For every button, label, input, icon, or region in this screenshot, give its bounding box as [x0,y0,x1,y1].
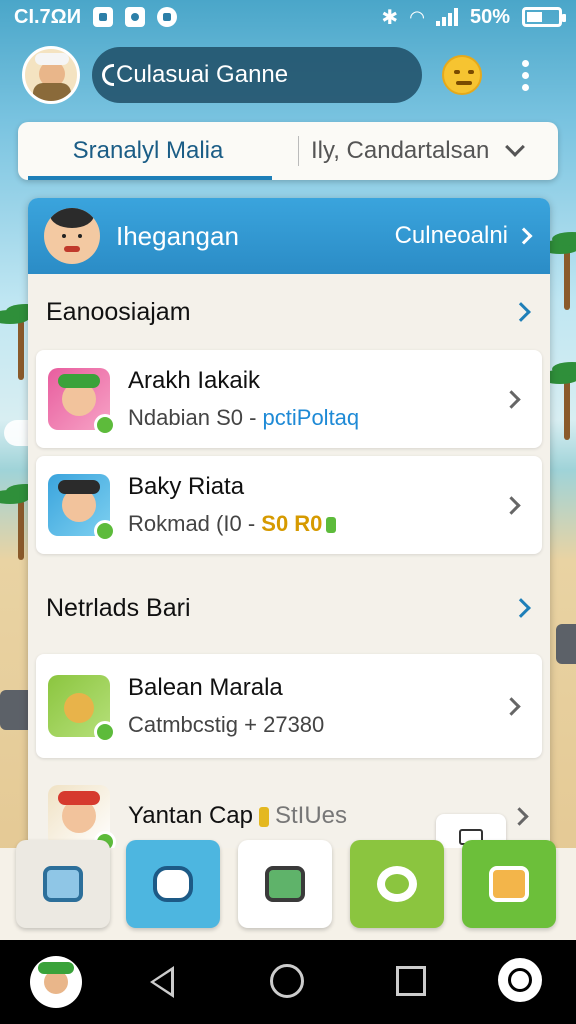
panel-header-title: Ihegangan [116,220,239,251]
home-icon[interactable] [270,964,304,998]
status-time: CI.7ΩИ [14,5,82,28]
chevron-right-icon [511,598,531,618]
camera-icon [153,866,193,902]
search-text: Culasuai Ganne [116,61,289,88]
palm-tree-decoration [540,230,576,310]
search-bar[interactable]: Culasuai Ganne [92,47,422,103]
list-item-title: Baky Riata [128,473,245,500]
camera-notification-icon [125,7,146,27]
list-item-subtitle: Rokmad (I0 - S0 R0 [128,511,337,537]
dock-camera-button[interactable] [126,840,220,928]
bottom-dock [0,840,576,940]
game-avatar-icon [48,368,116,436]
chevron-right-icon [515,227,533,245]
section-title: Eanoosiajam [46,297,191,326]
section-title: Netrlads Bari [46,593,191,622]
profile-icon [489,866,529,902]
bluetooth-icon: ✱ [381,6,399,29]
tab-divider [298,136,299,166]
profile-avatar[interactable] [22,46,80,104]
list-item-subtitle: Catmbcstig + 27380 [128,712,325,737]
wifi-icon: ◠ [410,6,424,27]
panel-header-link[interactable]: Culneoalni [394,222,533,250]
settings-gear-icon [377,866,417,902]
tabs-card: Sranalyl Malia Ily, Candartalsan [18,122,558,180]
battery-percent: 50% [469,5,510,28]
list-item[interactable]: Baky Riata Rokmad (I0 - S0 R0 [36,456,542,554]
animal-game-icon [48,675,116,743]
list-item[interactable]: Balean Marala Catmbcstig + 27380 [36,654,542,758]
palm-tree-decoration [540,360,576,440]
nav-avatar[interactable] [30,956,82,1008]
main-panel: Ihegangan Culneoalni Eanoosiajam Arakh I… [28,198,550,858]
more-options-icon[interactable] [522,59,530,91]
dock-settings-button[interactable] [350,840,444,928]
list-item-title: Balean Marala [128,674,283,701]
chevron-down-icon[interactable] [505,137,525,157]
list-item-title: Yantan Cap StIUes [128,802,348,829]
header-avatar [44,208,100,264]
dock-profile-button[interactable] [462,840,556,928]
notification-icon [93,7,114,27]
emoji-face-icon[interactable] [442,55,482,95]
recent-apps-icon[interactable] [396,966,426,996]
box-icon [43,866,83,902]
assistant-icon[interactable] [498,958,542,1002]
chevron-right-icon [502,696,521,716]
chevron-right-icon [502,495,521,515]
game-avatar-icon [48,474,116,542]
list-item-title: Arakh Iakaik [128,367,261,394]
clipboard-check-icon [265,866,305,902]
chevron-right-icon [511,302,531,322]
status-bar: CI.7ΩИ ✱ ◠ 50% [0,0,576,34]
chevron-right-icon [510,806,529,826]
dock-clipboard-button[interactable] [238,840,332,928]
search-icon [102,64,114,86]
list-item-subtitle: Ndabian S0 - pctiPoltaq [128,405,360,430]
back-icon[interactable] [150,966,174,998]
chevron-right-icon [502,389,521,409]
tab-dropdown[interactable]: Ily, Candartalsan [311,137,508,165]
tab-active[interactable]: Sranalyl Malia [18,122,278,180]
section-header[interactable]: Eanoosiajam [28,274,550,350]
system-nav-bar [0,940,576,1024]
dock-box-button[interactable] [16,840,110,928]
battery-icon [522,7,566,27]
game-avatar-icon [48,785,116,853]
signal-icon [435,8,458,26]
panel-header-link-label: Culneoalni [394,222,508,249]
shield-notification-icon [157,7,178,27]
panel-header[interactable]: Ihegangan Culneoalni [28,198,550,274]
section-header[interactable]: Netrlads Bari [28,562,550,654]
list-item[interactable]: Arakh Iakaik Ndabian S0 - pctiPoltaq [36,350,542,448]
jeep-decoration [556,624,576,664]
app-bar: Culasuai Ganne [22,44,554,106]
